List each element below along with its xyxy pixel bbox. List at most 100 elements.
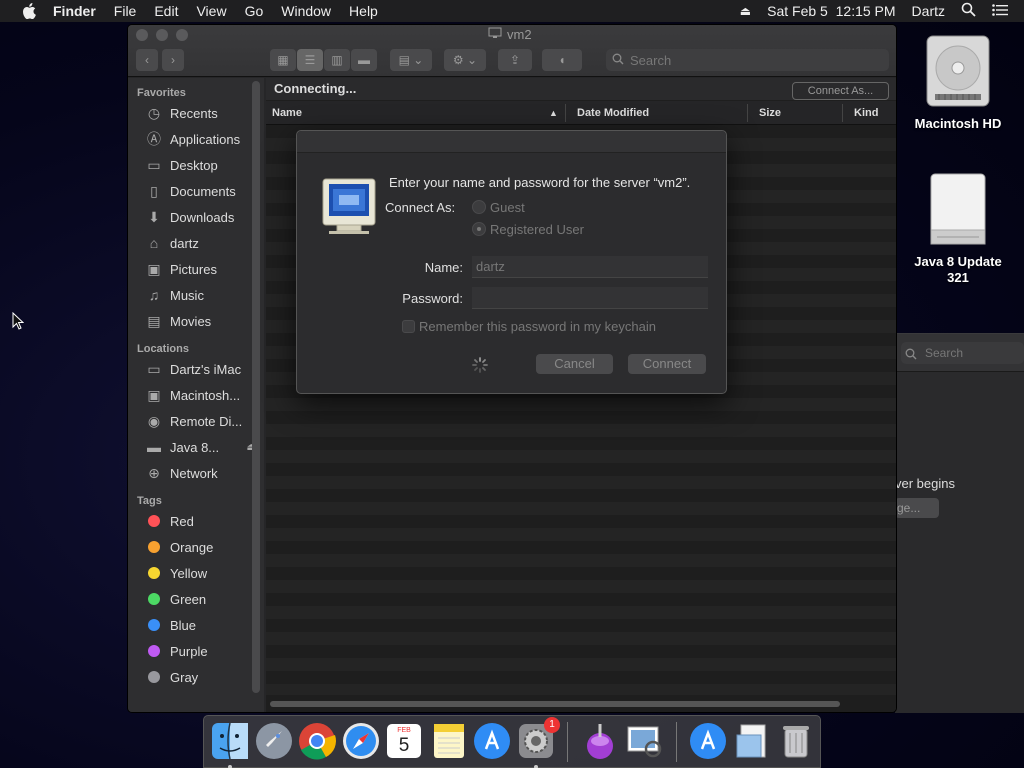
- password-field[interactable]: [472, 287, 708, 309]
- sidebar-item-documents[interactable]: ▯ Documents: [128, 178, 264, 204]
- connect-button[interactable]: Connect: [628, 354, 706, 374]
- column-size[interactable]: Size: [759, 107, 781, 119]
- close-button[interactable]: [136, 29, 148, 41]
- chrome-icon: [299, 723, 336, 760]
- dock-documents-stack[interactable]: [732, 721, 772, 761]
- list-view-button[interactable]: ☰: [297, 49, 323, 71]
- dock-launchpad[interactable]: [254, 721, 294, 761]
- guest-radio[interactable]: [472, 200, 486, 214]
- search-input[interactable]: Search: [606, 49, 889, 71]
- sidebar-tag-blue[interactable]: Blue: [128, 612, 264, 638]
- user-name[interactable]: Dartz: [912, 3, 945, 19]
- spotlight-icon[interactable]: [961, 2, 976, 20]
- search-placeholder: Search: [630, 52, 672, 68]
- sidebar-item-network[interactable]: ⊕ Network: [128, 460, 264, 486]
- dock-finder[interactable]: [210, 721, 250, 768]
- action-button[interactable]: ⚙ ⌄: [444, 49, 486, 71]
- background-window-text: ver begins: [895, 476, 955, 491]
- document-stack-icon: [736, 724, 766, 758]
- menu-app-name[interactable]: Finder: [53, 3, 96, 19]
- applications-icon: Ⓐ: [147, 131, 161, 147]
- sidebar-item-java[interactable]: ▬Java 8...⏏: [128, 434, 264, 460]
- menu-file[interactable]: File: [114, 3, 137, 19]
- sidebar-item-downloads[interactable]: ⬇ Downloads: [128, 204, 264, 230]
- tags-button[interactable]: ◖: [542, 49, 582, 71]
- dock: FEB 5 1: [203, 715, 821, 768]
- menu-edit[interactable]: Edit: [154, 3, 178, 19]
- sidebar-item-applications[interactable]: Ⓐ Applications: [128, 126, 264, 152]
- sidebar-tag-orange[interactable]: Orange: [128, 534, 264, 560]
- desktop-icon-java-dmg[interactable]: Java 8 Update 321: [908, 170, 1008, 286]
- notification-center-icon[interactable]: [992, 3, 1008, 19]
- minimize-button[interactable]: [156, 29, 168, 41]
- tag-color-dot: [148, 593, 160, 605]
- column-name[interactable]: Name: [272, 107, 302, 119]
- forward-button[interactable]: ›: [162, 49, 184, 71]
- tag-color-dot: [148, 645, 160, 657]
- sidebar-item-music[interactable]: ♫ Music: [128, 282, 264, 308]
- sidebar-scrollbar[interactable]: [252, 81, 260, 693]
- share-button[interactable]: ⇪: [498, 49, 532, 71]
- connect-as-button[interactable]: Connect As...: [792, 82, 889, 100]
- camera-icon: ▣: [147, 260, 161, 277]
- dock-calendar[interactable]: FEB 5: [384, 721, 424, 761]
- desktop-icon-label: Java 8 Update 321: [914, 254, 1002, 285]
- cancel-button[interactable]: Cancel: [536, 354, 613, 374]
- dock-installer[interactable]: [580, 721, 620, 761]
- server-computer-icon: [321, 177, 377, 240]
- background-window-button[interactable]: ge...: [895, 498, 939, 518]
- back-button[interactable]: ‹: [136, 49, 158, 71]
- column-kind[interactable]: Kind: [854, 107, 878, 119]
- background-search-field[interactable]: Search: [901, 342, 1024, 364]
- notes-icon: [434, 724, 464, 758]
- dock-notes[interactable]: [429, 721, 469, 761]
- dock-app-store[interactable]: [472, 721, 512, 761]
- dock-system-preferences[interactable]: 1: [516, 717, 560, 768]
- icon-view-button[interactable]: ▦: [270, 49, 296, 71]
- remember-password-checkbox[interactable]: [402, 320, 415, 333]
- sidebar-item-macintosh-hd[interactable]: ▣ Macintosh...: [128, 382, 264, 408]
- sidebar-item-movies[interactable]: ▤ Movies: [128, 308, 264, 334]
- desktop-icon-macintosh-hd[interactable]: Macintosh HD: [908, 32, 1008, 132]
- sidebar-item-label: Gray: [170, 669, 199, 685]
- sidebar-item-home[interactable]: ⌂ dartz: [128, 230, 264, 256]
- sidebar-item-remote-disc[interactable]: ◉ Remote Di...: [128, 408, 264, 434]
- name-field[interactable]: dartz: [472, 256, 708, 278]
- clock[interactable]: Sat Feb 5 12:15 PM: [767, 3, 895, 19]
- eject-menu-icon[interactable]: ⏏: [740, 4, 751, 18]
- sidebar-item-label: Orange: [170, 539, 214, 555]
- sidebar-item-label: dartz: [170, 235, 199, 251]
- registered-user-radio[interactable]: [472, 222, 486, 236]
- menu-view[interactable]: View: [196, 3, 226, 19]
- sidebar-item-imac[interactable]: ▭ Dartz's iMac: [128, 356, 264, 382]
- dock-downloads-stack[interactable]: [688, 721, 728, 761]
- sidebar-item-desktop[interactable]: ▭ Desktop: [128, 152, 264, 178]
- sidebar-item-label: Movies: [170, 313, 212, 329]
- gear-icon: ⚙ ⌄: [452, 53, 478, 67]
- sidebar-tag-red[interactable]: Red: [128, 508, 264, 534]
- menu-window[interactable]: Window: [281, 3, 331, 19]
- gallery-view-button[interactable]: ▬: [351, 49, 377, 71]
- hard-drive-icon: [908, 32, 1008, 112]
- horizontal-scrollbar[interactable]: [270, 701, 840, 707]
- column-view-button[interactable]: ▥: [324, 49, 350, 71]
- sidebar-item-pictures[interactable]: ▣ Pictures: [128, 256, 264, 282]
- sidebar-tag-gray[interactable]: Gray: [128, 664, 264, 690]
- column-date-modified[interactable]: Date Modified: [577, 107, 649, 119]
- menu-help[interactable]: Help: [349, 3, 378, 19]
- sidebar-item-recents[interactable]: ◷ Recents: [128, 100, 264, 126]
- dock-preview[interactable]: [624, 721, 664, 761]
- group-button[interactable]: ▤ ⌄: [390, 49, 432, 71]
- dialog-titlebar: [297, 131, 726, 153]
- menu-go[interactable]: Go: [245, 3, 264, 19]
- apple-menu-icon[interactable]: [19, 1, 39, 21]
- sidebar-tag-purple[interactable]: Purple: [128, 638, 264, 664]
- sidebar-tag-yellow[interactable]: Yellow: [128, 560, 264, 586]
- sidebar-tag-green[interactable]: Green: [128, 586, 264, 612]
- remember-password-label: Remember this password in my keychain: [419, 319, 656, 334]
- server-login-dialog: Enter your name and password for the ser…: [296, 130, 727, 394]
- dock-chrome[interactable]: [297, 721, 337, 761]
- dock-safari[interactable]: [341, 721, 381, 761]
- zoom-button[interactable]: [176, 29, 188, 41]
- dock-trash[interactable]: [776, 721, 816, 761]
